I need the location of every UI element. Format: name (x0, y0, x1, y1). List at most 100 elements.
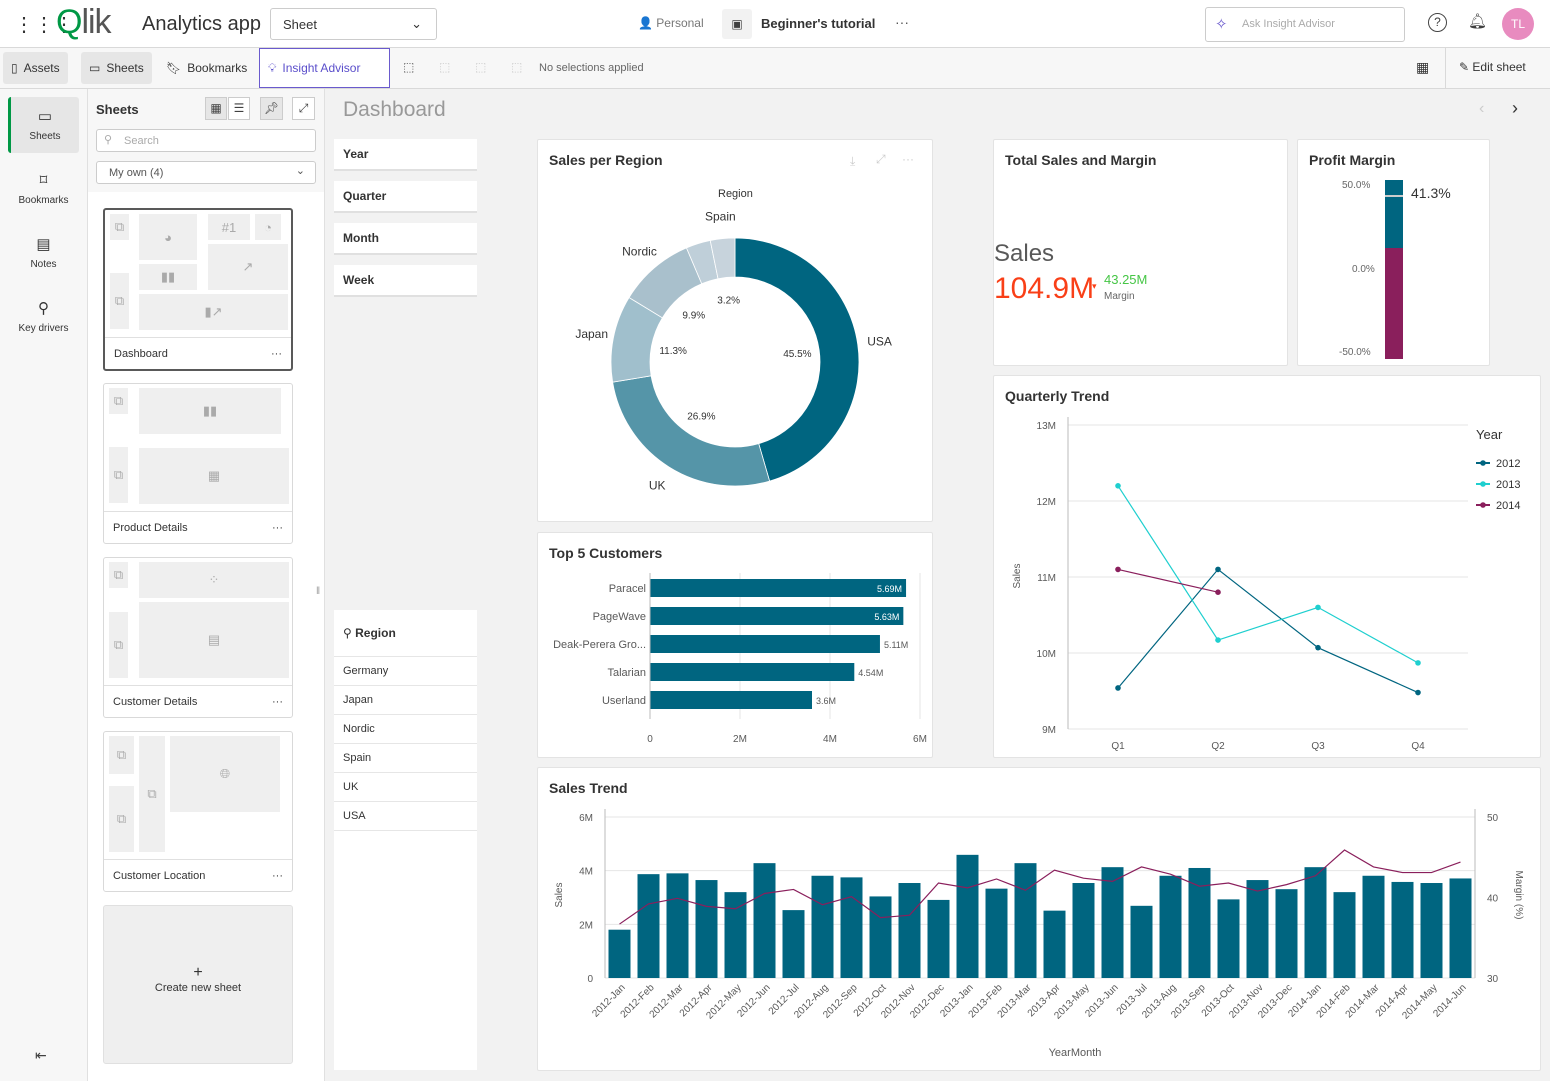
left-nav: ▭ Sheets ⌑ Bookmarks ▤ Notes ⚲ Key drivers ⇤ (0, 89, 88, 1081)
avatar[interactable]: TL (1502, 8, 1534, 40)
series-line (1117, 568, 1219, 593)
bar (695, 880, 718, 978)
filter-quarter[interactable]: Quarter (334, 181, 477, 213)
nav-label: Key drivers (18, 323, 69, 334)
total-sales-margin-card[interactable]: Total Sales and Margin Sales 104.9M ▾ 43… (993, 139, 1288, 366)
ask-placeholder: Ask Insight Advisor (1242, 18, 1335, 30)
create-new-sheet-button[interactable]: + Create new sheet (103, 905, 293, 1064)
next-sheet-icon[interactable]: › (1512, 98, 1518, 119)
bar (1217, 899, 1240, 978)
data-point (1315, 644, 1321, 651)
more-icon[interactable]: ··· (271, 348, 282, 360)
more-icon[interactable]: ··· (895, 14, 909, 30)
space-label[interactable]: 👤 Personal (638, 16, 704, 30)
slice-value-label: 9.9% (682, 310, 705, 321)
region-item[interactable]: Japan (334, 686, 477, 715)
clear-selections-icon[interactable]: ⬚ (511, 60, 522, 74)
sheet-card-customer-location[interactable]: ⧉ ⧉ ⧉ 🌐︎ Customer Location ··· (103, 731, 293, 892)
nav-notes[interactable]: ▤ Notes (8, 225, 79, 281)
previous-sheet-icon[interactable]: ‹ (1479, 100, 1484, 118)
grid-view-icon[interactable]: ▦ (205, 97, 227, 120)
step-forward-icon[interactable]: ⬚ (475, 60, 486, 74)
bar (1014, 863, 1037, 978)
list-view-icon[interactable]: ☰ (228, 97, 250, 120)
filter-icon: ⧉ (109, 388, 128, 414)
resize-handle[interactable]: ‖ (316, 586, 320, 597)
more-icon[interactable]: ··· (272, 522, 283, 534)
sheet-card-product-details[interactable]: ⧉ ⧉ ▮▮ ▦ Product Details ··· (103, 383, 293, 544)
filter-year[interactable]: Year (334, 139, 477, 171)
region-item[interactable]: Spain (334, 744, 477, 773)
sheet-footer: Customer Details ··· (104, 685, 292, 717)
filter-icon: ⧉ (109, 786, 134, 852)
nav-key-drivers[interactable]: ⚲ Key drivers (8, 289, 79, 345)
filter-icon: ⧉ (139, 736, 165, 852)
top-5-customers-card[interactable]: Top 5 Customers 0 2M 4M 6M Paracel 5.69M PageW… (537, 532, 933, 758)
sheets-button[interactable]: ▭ Sheets (81, 52, 152, 84)
sales-per-region-card[interactable]: Sales per Region ⤓ ⤢ ··· Region 45.5% USA… (537, 139, 933, 522)
region-item[interactable]: Germany (334, 657, 477, 686)
kpi-secondary-label: Margin (1104, 291, 1135, 302)
series-line (1117, 568, 1419, 694)
slice-value-label: 26.9% (687, 411, 715, 422)
filter-week[interactable]: Week (334, 265, 477, 297)
sheet-filter-select[interactable]: My own (4) ⌄ (96, 161, 316, 184)
region-item[interactable]: Nordic (334, 715, 477, 744)
nav-bookmarks[interactable]: ⌑ Bookmarks (8, 161, 79, 217)
ask-insight-advisor-input[interactable]: ✧ Ask Insight Advisor (1205, 7, 1405, 42)
bookmark-icon: ⌑ (39, 172, 48, 189)
step-back-icon[interactable]: ⬚ (439, 60, 450, 74)
sheet-name: Customer Details (113, 695, 198, 708)
slice-label: USA (867, 334, 892, 348)
slice-label: Spain (705, 210, 736, 224)
edit-sheet-button[interactable]: ✎ Edit sheet (1445, 48, 1550, 88)
region-filter-title: Region (355, 626, 396, 640)
quarterly-trend-card[interactable]: Quarterly Trend 9M 10M 11M 12M 13M Q1 Q2 Q3 Q4 Sa… (993, 375, 1541, 758)
y2-tick-label: 50 (1487, 813, 1499, 824)
kpi-secondary-value: 43.25M (1104, 272, 1148, 287)
more-icon[interactable]: ··· (272, 870, 283, 882)
filter-icon: ⧉ (109, 562, 128, 588)
view-select[interactable]: Sheet ⌄ (270, 8, 437, 40)
bar (811, 875, 834, 978)
gauge-tick: -50.0% (1339, 347, 1371, 358)
sheet-card-customer-details[interactable]: ⧉ ⧉ ⁘ ▤ Customer Details ··· (103, 557, 293, 718)
bell-icon[interactable]: 🔔︎ (1468, 12, 1487, 30)
sales-trend-card[interactable]: Sales Trend 0 2M 4M 6M 30 40 50 2012-Jan 2012-Fe… (537, 767, 1541, 1071)
filter-month[interactable]: Month (334, 223, 477, 255)
pin-icon[interactable]: 📌︎ (260, 97, 283, 120)
legend-label: 2013 (1496, 479, 1520, 491)
bar (1043, 910, 1066, 978)
region-item[interactable]: UK (334, 773, 477, 802)
x-tick-label: 0 (647, 734, 653, 745)
collapse-icon[interactable]: ⇤ (35, 1047, 47, 1064)
profit-margin-card[interactable]: Profit Margin 50.0% 0.0% -50.0% 41.3% (1297, 139, 1490, 366)
selections-status: No selections applied (539, 62, 644, 74)
pie-chart-icon: ◕ (139, 214, 197, 260)
grid-layout-icon[interactable]: ▦ (1416, 59, 1429, 76)
toolbar: ▯ Assets ▭ Sheets 🔖︎ Bookmarks 💡︎ Insight Ad… (0, 48, 1550, 89)
sheet-search-input[interactable]: ⚲ Search (96, 129, 316, 152)
nav-sheets[interactable]: ▭ Sheets (8, 97, 79, 153)
tutorial-title[interactable]: Beginner's tutorial (761, 16, 875, 31)
combo-chart-icon: ▮↗ (139, 294, 288, 330)
expand-icon[interactable]: ⤢ (292, 97, 315, 120)
filter-icon: ⧉ (110, 273, 129, 329)
assets-button[interactable]: ▯ Assets (3, 52, 68, 84)
help-icon[interactable]: ? (1428, 13, 1447, 32)
create-new-label: Create new sheet (154, 982, 242, 994)
tutorial-icon[interactable]: ▣ (722, 9, 752, 39)
region-filter-header[interactable]: ⚲ Region (334, 610, 477, 657)
filter-icon: ⧉ (109, 736, 134, 774)
bookmarks-button[interactable]: 🔖︎ Bookmarks (158, 52, 255, 84)
view-select-value: Sheet (283, 17, 317, 32)
smart-search-icon[interactable]: ⬚ (403, 60, 414, 74)
region-item[interactable]: USA (334, 802, 477, 831)
insight-advisor-button[interactable]: 💡︎ Insight Advisor (259, 48, 390, 88)
line-chart-icon: ↗ (208, 244, 288, 290)
x-tick-label: 4M (823, 734, 837, 745)
more-icon[interactable]: ··· (272, 696, 283, 708)
sheet-card-dashboard[interactable]: ⧉ ⧉ ◕ #1 ◔ ▮▮ ↗ ▮↗ Dashboard ··· (103, 208, 293, 371)
key-drivers-icon: ⚲ (38, 300, 49, 317)
sheets-title: Sheets (96, 102, 139, 117)
